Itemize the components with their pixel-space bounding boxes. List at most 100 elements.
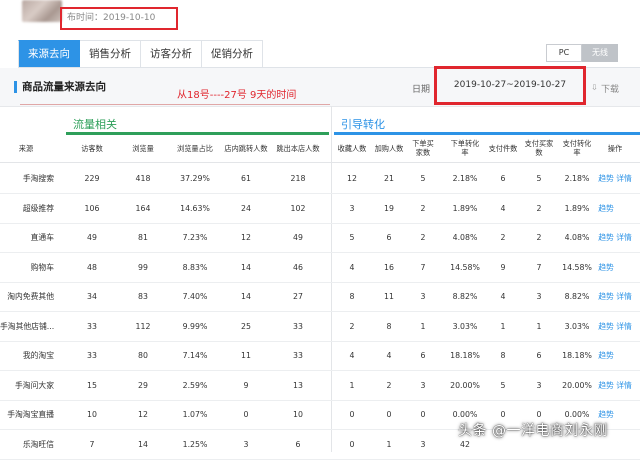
pc-toggle-button[interactable]: PC [546, 44, 582, 62]
download-button[interactable]: 下载 [601, 82, 619, 95]
cell-view-share: 1.07% [182, 410, 208, 419]
cell-favorites: 0 [349, 410, 355, 419]
cell-out-store-jump: 13 [293, 380, 303, 390]
cell-order-rate: 18.18% [450, 351, 480, 360]
cell-source: 手淘问大家 [15, 380, 54, 390]
cell-view-share: 9.99% [182, 321, 208, 331]
cell-view-share: 14.63% [180, 203, 210, 213]
main-tabs: 来源去向 销售分析 访客分析 促销分析 [18, 40, 263, 68]
col-header-pay-buyers[interactable]: 支付买家数 [523, 135, 555, 161]
table-row: 我的淘宝 33 80 7.14% 11 33 4 4 6 18.18% 8 6 18.18% 趋势 [0, 342, 640, 371]
cell-visitors: 229 [84, 174, 100, 183]
col-header-pay-rate[interactable]: 支付转化率 [560, 135, 594, 161]
cell-pay-buyers: 1 [536, 321, 542, 331]
cell-favorites: 8 [349, 292, 355, 301]
cell-order-buyers: 3 [420, 380, 426, 390]
table-row: 手淘搜索 229 418 37.29% 61 218 12 21 5 2.18% 6 5 2.18% 趋势… [0, 165, 640, 194]
cell-favorites: 2 [349, 321, 355, 331]
tab-promotion-analysis[interactable]: 促销分析 [202, 40, 263, 68]
cell-pay-items: 4 [500, 292, 506, 301]
cell-pay-buyers: 2 [536, 233, 542, 242]
tab-source-flow[interactable]: 来源去向 [18, 40, 80, 68]
cell-pay-items: 8 [500, 351, 506, 360]
cell-pay-rate: 8.82% [564, 292, 590, 301]
cell-source: 乐淘旺信 [22, 439, 54, 449]
detail-link[interactable]: 详情 [615, 224, 633, 252]
col-header-add-cart[interactable]: 加购人数 [371, 135, 407, 161]
cell-in-store-jump: 14 [241, 262, 251, 272]
col-header-order-buyers[interactable]: 下单买家数 [411, 135, 435, 161]
cell-add-cart: 6 [386, 233, 392, 242]
annotation-text: 从18号----27号 9天的时间 [177, 90, 297, 101]
table-row: 淘内免费其他 34 83 7.40% 14 27 8 11 3 8.82% 4 3 8.82% 趋势 详情 [0, 283, 640, 312]
cell-order-rate: 8.82% [452, 292, 478, 301]
detail-link[interactable] [615, 401, 633, 429]
trend-link[interactable]: 趋势 [597, 313, 615, 341]
cell-view-share: 7.14% [182, 351, 208, 360]
trend-link[interactable]: 趋势 [597, 224, 615, 252]
date-label: 日期 [412, 85, 431, 95]
cell-pay-buyers: 2 [536, 203, 542, 213]
table-row: 手淘问大家 15 29 2.59% 9 13 1 2 3 20.00% 5 3 20.00% 趋势 详情 [0, 372, 640, 401]
detail-link[interactable] [615, 342, 633, 370]
date-range-picker[interactable]: 2019-10-27~2019-10-27 [434, 66, 586, 105]
detail-link[interactable]: 详情 [615, 283, 633, 311]
cell-order-buyers: 5 [420, 174, 426, 183]
cell-source: 淘内免费其他 [7, 292, 54, 301]
table-row: 直通车 49 81 7.23% 12 49 5 6 2 4.08% 2 2 4.08% 趋势 详情 [0, 224, 640, 253]
cell-in-store-jump: 61 [241, 174, 251, 183]
col-header-order-rate[interactable]: 下单转化率 [448, 135, 482, 161]
detail-link[interactable] [615, 431, 633, 459]
col-header-out-store-jump[interactable]: 跳出本店人数 [270, 135, 326, 161]
tab-visitor-analysis[interactable]: 访客分析 [141, 40, 202, 68]
col-header-view-share[interactable]: 浏览量占比 [170, 135, 220, 161]
detail-link[interactable]: 详情 [615, 313, 633, 341]
cell-pay-items: 6 [500, 174, 506, 183]
cell-pay-items: 9 [500, 262, 506, 272]
cell-view-share: 8.83% [182, 262, 208, 272]
cell-source: 超级推荐 [22, 203, 54, 213]
trend-link[interactable]: 趋势 [597, 283, 615, 311]
download-icon[interactable]: ⇩ [591, 83, 598, 92]
cell-source: 手淘淘宝直播 [7, 410, 54, 419]
cell-in-store-jump: 25 [241, 321, 251, 331]
cell-order-rate: 3.03% [452, 321, 478, 331]
col-header-visitors[interactable]: 访客数 [76, 135, 108, 161]
cell-views: 164 [135, 203, 151, 213]
cell-favorites: 0 [349, 439, 355, 449]
cell-order-rate: 1.89% [452, 203, 478, 213]
detail-link[interactable]: 详情 [615, 165, 633, 193]
cell-add-cart: 21 [384, 174, 394, 183]
cell-pay-items: 2 [500, 233, 506, 242]
cell-order-buyers: 7 [420, 262, 426, 272]
detail-link[interactable] [615, 254, 633, 282]
cell-pay-buyers: 3 [536, 292, 542, 301]
wireless-toggle-button[interactable]: 无线 [582, 44, 618, 62]
cell-visitors: 33 [87, 351, 97, 360]
cell-in-store-jump: 3 [243, 439, 249, 449]
cell-views: 99 [138, 262, 148, 272]
cell-order-buyers: 2 [420, 203, 426, 213]
detail-link[interactable]: 详情 [615, 372, 633, 400]
cell-pay-rate: 14.58% [562, 262, 592, 272]
cell-views: 418 [135, 174, 151, 183]
cell-view-share: 7.40% [182, 292, 208, 301]
tab-sales-analysis[interactable]: 销售分析 [80, 40, 141, 68]
col-header-pay-items[interactable]: 支付件数 [485, 135, 521, 161]
col-header-views[interactable]: 浏览量 [127, 135, 159, 161]
cell-favorites: 3 [349, 203, 355, 213]
col-header-favorites[interactable]: 收藏人数 [333, 135, 371, 161]
col-header-in-store-jump[interactable]: 店内跳转人数 [218, 135, 274, 161]
table-row: 手淘其他店铺... 33 112 9.99% 25 33 2 8 1 3.03% 1 1 3.03% 趋势… [0, 313, 640, 342]
trend-link[interactable]: 趋势 [597, 254, 615, 282]
detail-link[interactable] [615, 195, 633, 223]
cell-pay-buyers: 3 [536, 380, 542, 390]
cell-add-cart: 2 [386, 380, 392, 390]
table-row: 购物车 48 99 8.83% 14 46 4 16 7 14.58% 9 7 14.58% 趋势 [0, 254, 640, 283]
cell-order-rate: 20.00% [450, 380, 480, 390]
cell-add-cart: 11 [384, 292, 394, 301]
trend-link[interactable]: 趋势 [597, 372, 615, 400]
trend-link[interactable]: 趋势 [597, 342, 615, 370]
trend-link[interactable]: 趋势 [597, 195, 615, 223]
trend-link[interactable]: 趋势 [597, 165, 615, 193]
